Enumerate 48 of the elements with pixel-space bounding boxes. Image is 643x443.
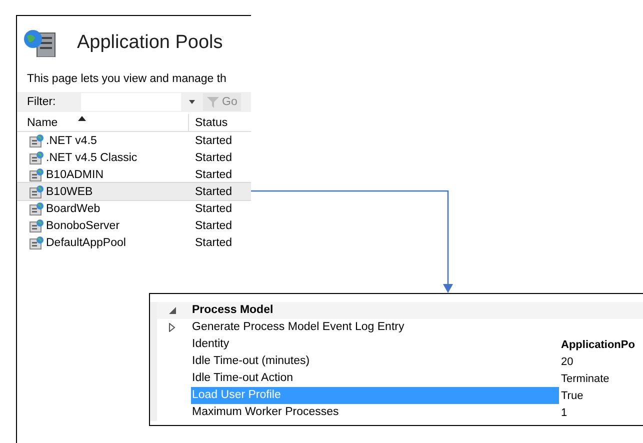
app-pool-icon <box>29 202 44 216</box>
expand-triangle-icon[interactable] <box>169 323 175 332</box>
pool-name: B10ADMIN <box>46 168 104 180</box>
pool-name: .NET v4.5 Classic <box>46 152 138 164</box>
filter-label: Filter: <box>27 96 57 108</box>
setting-value: ApplicationPo <box>560 338 636 350</box>
pool-status: Started <box>194 168 234 180</box>
pool-name: .NET v4.5 <box>46 134 97 146</box>
setting-value: Terminate <box>560 372 610 384</box>
pool-row[interactable]: BoardWeb Started <box>17 199 251 218</box>
setting-name[interactable]: Maximum Worker Processes <box>191 404 559 421</box>
pool-row[interactable]: DefaultAppPool Started <box>17 233 251 252</box>
pool-row[interactable]: B10WEB Started <box>17 182 251 201</box>
pool-status: Started <box>194 220 234 232</box>
pool-status: Started <box>194 236 234 248</box>
app-pool-icon <box>29 150 44 164</box>
app-pool-icon <box>29 184 44 198</box>
pool-name: B10WEB <box>46 186 93 198</box>
app-pool-icon <box>29 218 44 232</box>
setting-name[interactable]: Generate Process Model Event Log Entry <box>191 319 559 336</box>
setting-value: 20 <box>560 356 574 368</box>
funnel-icon <box>207 96 219 108</box>
pool-status: Started <box>194 202 234 214</box>
pool-row[interactable]: BonoboServer Started <box>17 216 251 235</box>
setting-value: 1 <box>560 406 568 418</box>
pool-name: BonoboServer <box>46 220 120 232</box>
pool-status: Started <box>194 152 234 164</box>
pool-row[interactable]: B10ADMIN Started <box>17 165 251 184</box>
app-pool-icon <box>29 168 44 182</box>
setting-value: True <box>560 390 584 402</box>
column-header[interactable]: Status <box>188 114 251 131</box>
page-description: This page lets you view and manage th <box>27 73 228 85</box>
pool-status: Started <box>194 134 234 146</box>
page-title: Application Pools <box>77 32 223 54</box>
setting-name[interactable]: Identity <box>191 336 559 353</box>
pool-status: Started <box>194 186 234 198</box>
app-pool-icon <box>29 236 44 250</box>
pool-row[interactable]: .NET v4.5 Started <box>17 131 251 150</box>
sort-arrow-icon <box>78 116 86 121</box>
app-pool-icon <box>29 134 44 148</box>
pool-name: DefaultAppPool <box>46 236 126 248</box>
setting-name[interactable]: Idle Time-out Action <box>191 370 559 387</box>
pool-name: BoardWeb <box>46 202 100 214</box>
pool-row[interactable]: .NET v4.5 Classic Started <box>17 148 251 167</box>
setting-name[interactable]: Idle Time-out (minutes) <box>191 353 559 370</box>
column-header[interactable]: Name <box>17 114 188 131</box>
caret-icon[interactable] <box>189 100 195 104</box>
collapse-triangle-icon[interactable] <box>169 307 176 314</box>
